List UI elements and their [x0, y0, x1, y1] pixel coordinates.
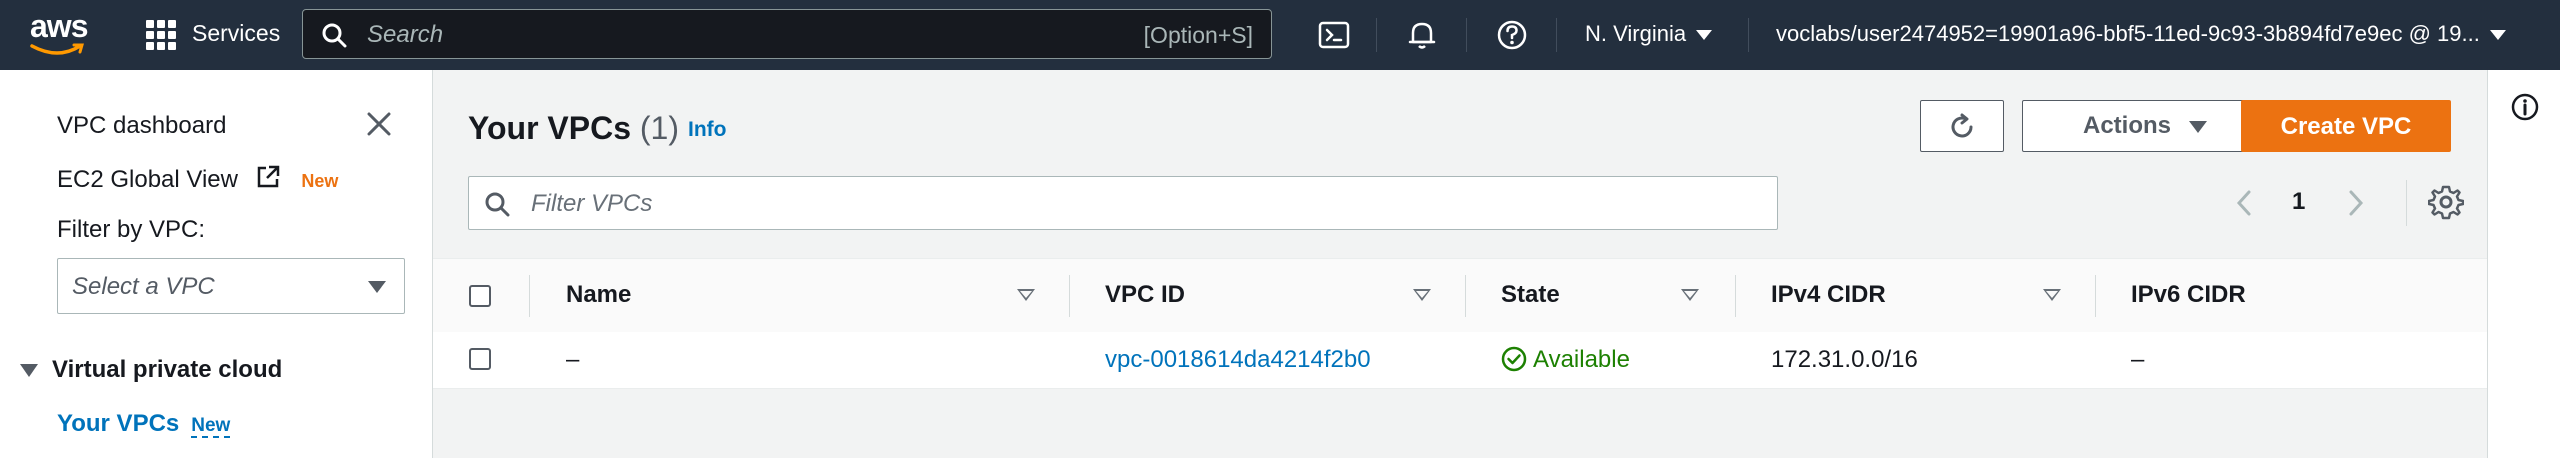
column-divider: [1069, 275, 1070, 317]
search-shortcut-hint: [Option+S]: [1143, 22, 1253, 48]
help-panel-rail: [2487, 70, 2560, 458]
caret-down-icon: [20, 364, 38, 378]
row-checkbox[interactable]: [469, 348, 491, 370]
info-link[interactable]: Info: [688, 118, 726, 142]
filter-vpcs-input[interactable]: [529, 185, 1733, 223]
gear-icon[interactable]: [2428, 184, 2464, 220]
sort-icon[interactable]: [1681, 289, 1699, 301]
aws-smile-icon: [30, 43, 84, 55]
cloudshell-icon[interactable]: [1316, 17, 1352, 53]
section-virtual-private-cloud[interactable]: Virtual private cloud: [20, 356, 282, 384]
refresh-icon: [1951, 113, 1973, 138]
top-navigation-bar: aws Services [Option+S] N. Virginia: [0, 0, 2560, 70]
select-placeholder: Select a VPC: [72, 273, 215, 300]
close-icon[interactable]: [365, 110, 393, 138]
page-title-text: Your VPCs: [468, 110, 631, 146]
sort-icon[interactable]: [1413, 289, 1431, 301]
account-menu[interactable]: voclabs/user2474952=19901a96-bbf5-11ed-9…: [1776, 21, 2506, 47]
state-text: Available: [1533, 346, 1630, 373]
status-available-icon: [1501, 346, 1527, 372]
services-grid-icon[interactable]: [146, 20, 176, 50]
column-divider: [1465, 275, 1466, 317]
cell-name: –: [566, 346, 580, 373]
nav-divider: [1556, 18, 1557, 52]
actions-button[interactable]: Actions: [2022, 100, 2268, 152]
column-divider: [2095, 275, 2096, 317]
cell-state: Available: [1501, 346, 1630, 374]
select-all-checkbox[interactable]: [469, 285, 491, 307]
region-label: N. Virginia: [1585, 21, 1687, 46]
search-icon: [485, 192, 510, 217]
sidebar-item-ec2-global-view[interactable]: EC2 Global View New: [57, 164, 338, 194]
cell-vpc-id-link[interactable]: vpc-0018614da4214f2b0: [1105, 346, 1371, 374]
vpc-count: (1): [639, 110, 679, 146]
sort-icon[interactable]: [2043, 289, 2061, 301]
sidebar-item-vpc-dashboard[interactable]: VPC dashboard: [57, 112, 226, 140]
caret-down-icon: [368, 281, 386, 293]
chevron-down-icon: [1696, 30, 1713, 41]
help-icon[interactable]: [1494, 17, 1530, 53]
column-header-name[interactable]: Name: [566, 281, 631, 309]
table-row[interactable]: – vpc-0018614da4214f2b0 Available 172.31…: [433, 332, 2487, 389]
cell-ipv6-cidr: –: [2131, 346, 2145, 373]
sidebar-item-label: EC2 Global View: [57, 166, 238, 193]
vpc-filter-select[interactable]: Select a VPC: [57, 258, 405, 314]
caret-down-icon: [2189, 120, 2207, 133]
sort-icon[interactable]: [1017, 289, 1035, 301]
new-badge: New: [301, 171, 339, 191]
aws-logo-text: aws: [30, 8, 88, 44]
new-badge: New: [191, 415, 231, 438]
chevron-left-icon[interactable]: [2233, 188, 2255, 218]
filter-vpcs[interactable]: [468, 176, 1778, 230]
nav-divider: [1748, 18, 1749, 52]
nav-divider: [1376, 18, 1377, 52]
search-input[interactable]: [365, 16, 1129, 54]
column-header-state[interactable]: State: [1501, 281, 1560, 309]
global-search[interactable]: [Option+S]: [302, 9, 1272, 59]
services-menu[interactable]: Services: [192, 20, 280, 47]
info-icon[interactable]: [2510, 92, 2540, 122]
column-divider: [529, 275, 530, 317]
create-vpc-button[interactable]: Create VPC: [2241, 100, 2451, 152]
actions-label: Actions: [2082, 112, 2171, 139]
refresh-button[interactable]: [1920, 100, 2004, 152]
sidebar-item-your-vpcs[interactable]: Your VPCs New: [57, 410, 231, 438]
nav-divider: [1466, 18, 1467, 52]
main-content: Your VPCs (1) Info Actions Create VPC 1 …: [433, 70, 2487, 458]
page-title: Your VPCs (1): [468, 110, 679, 147]
chevron-down-icon: [2489, 30, 2506, 41]
account-label: voclabs/user2474952=19901a96-bbf5-11ed-9…: [1776, 21, 2480, 46]
chevron-right-icon[interactable]: [2345, 188, 2367, 218]
column-header-vpc-id[interactable]: VPC ID: [1105, 281, 1185, 309]
vpc-table-header: Name VPC ID State IPv4 CIDR IPv6 CIDR: [433, 258, 2487, 334]
side-navigation: VPC dashboard EC2 Global View New Filter…: [0, 70, 433, 458]
column-header-ipv4-cidr[interactable]: IPv4 CIDR: [1771, 281, 1886, 309]
notifications-bell-icon[interactable]: [1404, 17, 1440, 53]
column-header-ipv6-cidr[interactable]: IPv6 CIDR: [2131, 281, 2246, 309]
current-page-number[interactable]: 1: [2292, 188, 2305, 216]
external-link-icon: [257, 165, 279, 188]
region-selector[interactable]: N. Virginia: [1585, 21, 1713, 47]
cell-ipv4-cidr: 172.31.0.0/16: [1771, 346, 1918, 373]
section-label: Virtual private cloud: [52, 356, 283, 383]
pager-divider: [2406, 180, 2407, 226]
search-icon: [322, 23, 347, 48]
filter-by-vpc-label: Filter by VPC:: [57, 216, 206, 243]
sidebar-item-label: Your VPCs: [57, 410, 180, 437]
column-divider: [1735, 275, 1736, 317]
